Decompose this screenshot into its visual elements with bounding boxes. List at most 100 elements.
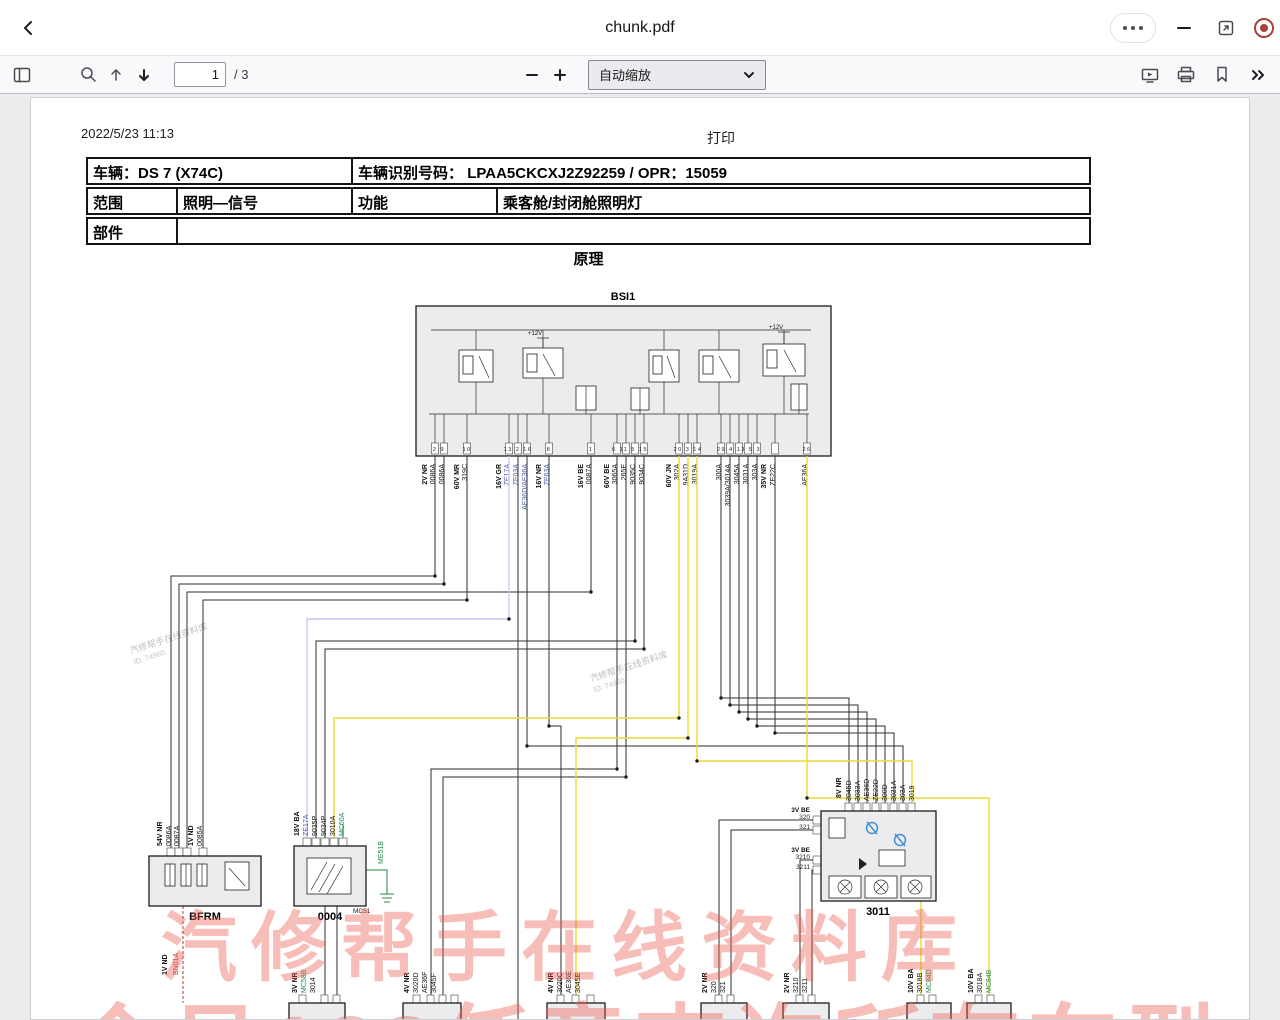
titlebar: chunk.pdf bbox=[0, 0, 1280, 56]
watermark-text: 会员188任意查询所有车型 bbox=[71, 974, 1223, 1020]
zoom-in-button[interactable] bbox=[546, 61, 574, 89]
find-next-button[interactable] bbox=[130, 61, 158, 89]
vehicle-cell: 车辆：DS 7 (X74C) bbox=[88, 159, 353, 183]
minimize-icon bbox=[1176, 20, 1192, 36]
svg-text:26: 26 bbox=[802, 447, 811, 453]
svg-text:302A: 302A bbox=[674, 464, 681, 481]
svg-text:3039A/3014A: 3039A/3014A bbox=[725, 464, 732, 507]
svg-text:ZE22C: ZE22C bbox=[770, 464, 777, 486]
svg-text:265E: 265E bbox=[621, 464, 628, 481]
svg-text:0086A: 0086A bbox=[439, 464, 446, 485]
svg-text:ZE17A: ZE17A bbox=[504, 464, 511, 486]
toolbar-right bbox=[1136, 61, 1272, 89]
svg-text:35V NR: 35V NR bbox=[761, 464, 768, 489]
presentation-icon bbox=[1141, 67, 1159, 83]
minimize-button[interactable] bbox=[1170, 14, 1198, 42]
svg-text:1: 1 bbox=[589, 447, 594, 453]
presentation-mode-button[interactable] bbox=[1136, 61, 1164, 89]
zoom-controls: 自动缩放 bbox=[518, 60, 766, 90]
svg-text:10: 10 bbox=[462, 447, 471, 453]
vin-value: LPAA5CKCXJ2Z92259 / OPR：15059 bbox=[467, 165, 727, 182]
svg-text:3031A: 3031A bbox=[891, 780, 898, 801]
svg-text:60V BE: 60V BE bbox=[604, 464, 611, 488]
function-label-cell: 功能 bbox=[353, 189, 498, 213]
svg-text:16V NR: 16V NR bbox=[536, 464, 543, 489]
bsi1-unit: BSI1 bbox=[416, 291, 831, 456]
search-button[interactable] bbox=[74, 61, 102, 89]
sidebar-toggle-button[interactable] bbox=[8, 61, 36, 89]
svg-text:16V BE: 16V BE bbox=[578, 464, 585, 488]
more-options-button[interactable] bbox=[1110, 13, 1156, 43]
pdf-toolbar: / 3 自动缩放 bbox=[0, 56, 1280, 94]
search-icon bbox=[80, 66, 97, 83]
svg-text:ZE22D: ZE22D bbox=[873, 779, 880, 801]
svg-text:ID: 74960: ID: 74960 bbox=[132, 648, 166, 667]
svg-text:319C: 319C bbox=[462, 464, 469, 481]
svg-text:AE36A: AE36A bbox=[802, 464, 809, 486]
svg-text:汽修帮手在线资料库: 汽修帮手在线资料库 bbox=[588, 648, 668, 683]
junction-dots bbox=[433, 574, 808, 799]
svg-text:6 11 5 15: 6 11 5 15 bbox=[612, 447, 648, 453]
svg-text:321: 321 bbox=[799, 824, 810, 831]
svg-text:54V NR: 54V NR bbox=[157, 821, 164, 846]
svg-text:ZE03A: ZE03A bbox=[513, 464, 520, 486]
svg-text:3019A: 3019A bbox=[692, 464, 699, 485]
svg-text:3211: 3211 bbox=[796, 864, 810, 871]
svg-text:1V ND: 1V ND bbox=[188, 825, 195, 846]
bsi1-pin-row bbox=[432, 443, 811, 454]
vehicle-info-table: 车辆：DS 7 (X74C) 车辆识别号码： LPAA5CKCXJ2Z92259… bbox=[86, 157, 1091, 247]
svg-text:ME51B: ME51B bbox=[378, 841, 385, 864]
zoom-select[interactable]: 自动缩放 bbox=[588, 60, 766, 90]
svg-text:320: 320 bbox=[799, 814, 810, 821]
svg-text:0086A: 0086A bbox=[430, 464, 437, 485]
svg-text:303A: 303A bbox=[752, 464, 759, 481]
maximize-button[interactable] bbox=[1212, 14, 1240, 42]
more-tools-button[interactable] bbox=[1244, 61, 1272, 89]
svg-text:3V BE: 3V BE bbox=[791, 807, 810, 814]
svg-text:ZE63A: ZE63A bbox=[544, 464, 551, 486]
vin-cell: 车辆识别号码： LPAA5CKCXJ2Z92259 / OPR：15059 bbox=[353, 159, 1089, 183]
svg-text:3045D: 3045D bbox=[846, 780, 853, 801]
table-row: 范围 照明—信号 功能 乘客舱/封闭舱照明灯 bbox=[86, 187, 1091, 215]
svg-text:3V BE: 3V BE bbox=[791, 847, 810, 854]
svg-text:303A: 303A bbox=[900, 784, 907, 801]
svg-text:29 4 13 5 3: 29 4 13 5 3 bbox=[717, 447, 761, 453]
record-button[interactable] bbox=[1254, 18, 1274, 38]
bookmark-button[interactable] bbox=[1208, 61, 1236, 89]
principle-title: 原理 bbox=[86, 248, 1091, 269]
svg-text:9035P: 9035P bbox=[312, 815, 319, 836]
parts-value-cell bbox=[178, 219, 1089, 243]
chevron-double-right-icon bbox=[1250, 68, 1266, 82]
pdf-viewer-area[interactable]: 2022/5/23 11:13 打印 车辆：DS 7 (X74C) 车辆识别号码… bbox=[0, 94, 1280, 1020]
page-count-label: / 3 bbox=[234, 67, 248, 82]
find-previous-button[interactable] bbox=[102, 61, 130, 89]
svg-text:AE36D: AE36D bbox=[864, 779, 871, 801]
svg-text:BSI1: BSI1 bbox=[611, 291, 635, 303]
svg-text:20 3 14: 20 3 14 bbox=[674, 447, 703, 453]
expand-icon bbox=[1217, 19, 1235, 37]
svg-text:2 9: 2 9 bbox=[433, 447, 445, 453]
svg-text:9A31D: 9A31D bbox=[683, 464, 690, 485]
svg-text:AE36D/AE36A: AE36D/AE36A bbox=[522, 464, 529, 510]
svg-text:汽修帮手在线资料库: 汽修帮手在线资料库 bbox=[128, 620, 208, 655]
page-number-input[interactable] bbox=[174, 62, 226, 87]
zoom-out-button[interactable] bbox=[518, 61, 546, 89]
svg-text:3031A: 3031A bbox=[743, 464, 750, 485]
print-header-label: 打印 bbox=[707, 128, 735, 148]
print-icon bbox=[1177, 66, 1195, 83]
table-row: 部件 bbox=[86, 217, 1091, 245]
print-button[interactable] bbox=[1172, 61, 1200, 89]
svg-text:8: 8 bbox=[547, 447, 552, 453]
table-row: 车辆：DS 7 (X74C) 车辆识别号码： LPAA5CKCXJ2Z92259… bbox=[86, 157, 1091, 185]
svg-text:9034C: 9034C bbox=[639, 464, 646, 485]
svg-text:0087A: 0087A bbox=[586, 464, 593, 485]
pdf-page: 2022/5/23 11:13 打印 车辆：DS 7 (X74C) 车辆识别号码… bbox=[30, 97, 1250, 1020]
watermark-stamp: 汽修帮手在线资料库 ID: 74960 bbox=[128, 620, 212, 666]
chevron-left-icon bbox=[21, 20, 37, 36]
svg-text:8V NR: 8V NR bbox=[836, 777, 843, 798]
back-button[interactable] bbox=[14, 13, 44, 43]
svg-text:3033A: 3033A bbox=[855, 780, 862, 801]
ellipsis-icon bbox=[1123, 26, 1127, 30]
record-icon bbox=[1260, 24, 1268, 32]
bookmark-icon bbox=[1214, 66, 1230, 83]
